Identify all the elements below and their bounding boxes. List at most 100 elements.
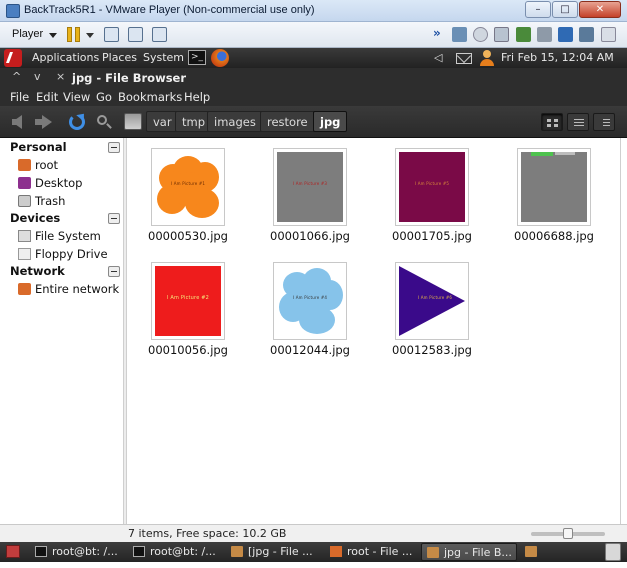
menu-file[interactable]: File: [10, 90, 29, 104]
system-menu[interactable]: System: [143, 51, 184, 64]
list-view-button[interactable]: [567, 113, 589, 131]
mail-icon[interactable]: [456, 53, 472, 64]
usb-device-icon[interactable]: [516, 27, 531, 42]
file-name: 00006688.jpg: [514, 229, 594, 243]
sidebar-item-trash[interactable]: Trash: [18, 194, 65, 208]
taskbar-task-terminal-1[interactable]: root@bt: /...: [30, 543, 124, 561]
gnome-bottom-panel: root@bt: /... root@bt: /... [jpg - File …: [0, 542, 627, 562]
network-device-icon[interactable]: [452, 27, 467, 42]
window-title: BackTrack5R1 - VMware Player (Non-commer…: [24, 4, 315, 16]
menu-bookmarks[interactable]: Bookmarks: [118, 90, 182, 104]
location-toolbar: var tmp images restore jpg: [0, 106, 627, 138]
overflow-chevron-icon[interactable]: »: [433, 26, 441, 40]
file-thumbnail: I Am Picture #1: [151, 148, 225, 226]
file-item[interactable]: 00006688.jpg: [495, 142, 594, 243]
menu-view[interactable]: View: [63, 90, 90, 104]
send-ctrl-alt-del-icon[interactable]: [104, 27, 119, 42]
close-window-button[interactable]: ×: [56, 70, 65, 83]
screen-border: [0, 562, 627, 568]
panel-clock[interactable]: Fri Feb 15, 12:04 AM: [501, 51, 614, 64]
thumbnail-caption: I Am Picture #1: [170, 181, 206, 186]
minimize-button[interactable]: –: [525, 1, 551, 18]
filesystem-root-icon[interactable]: [124, 113, 142, 130]
sound-device-icon[interactable]: [558, 27, 573, 42]
collapse-personal-icon[interactable]: [108, 142, 120, 153]
taskbar-task-terminal-2[interactable]: root@bt: /...: [128, 543, 222, 561]
menu-help[interactable]: Help: [184, 90, 210, 104]
file-item[interactable]: I Am Picture #6 00012583.jpg: [373, 256, 472, 357]
show-desktop-icon[interactable]: [6, 545, 20, 558]
file-thumbnail: [517, 148, 591, 226]
sidebar-section-network[interactable]: Network: [10, 264, 65, 278]
unity-icon[interactable]: [152, 27, 167, 42]
breadcrumb-var[interactable]: var: [146, 111, 179, 132]
collapse-devices-icon[interactable]: [108, 213, 120, 224]
zoom-slider[interactable]: [531, 528, 605, 539]
compact-view-button[interactable]: [593, 113, 615, 131]
firefox-launcher-icon[interactable]: [211, 49, 229, 67]
folder-icon: [525, 546, 537, 557]
status-text: 7 items, Free space: 10.2 GB: [128, 527, 287, 540]
shade-down-button[interactable]: v: [34, 70, 41, 83]
volume-icon[interactable]: ◁: [434, 51, 442, 64]
taskbar-task-root-browser[interactable]: root - File ...: [325, 543, 419, 561]
sidebar-item-floppy-drive[interactable]: Floppy Drive: [18, 247, 108, 261]
breadcrumb-images[interactable]: images: [207, 111, 263, 132]
file-item[interactable]: I Am Picture #4 00012044.jpg: [251, 256, 350, 357]
pause-dropdown-icon[interactable]: [86, 33, 94, 38]
file-item[interactable]: I Am Picture #3 00001066.jpg: [251, 142, 350, 243]
breadcrumb-jpg[interactable]: jpg: [313, 111, 348, 132]
harddisk-icon: [18, 230, 31, 242]
reload-icon[interactable]: [69, 114, 85, 130]
file-item[interactable]: I Am Picture #5 00001705.jpg: [373, 142, 472, 243]
removable-device-icon[interactable]: [579, 27, 594, 42]
close-button[interactable]: ✕: [579, 1, 621, 18]
pause-icon[interactable]: [66, 27, 82, 42]
menu-go[interactable]: Go: [96, 90, 112, 104]
thumbnail-caption: I Am Picture #4: [292, 295, 328, 300]
backtrack-logo-icon[interactable]: [4, 49, 22, 67]
file-item[interactable]: I Am Picture #2 00010056.jpg: [129, 256, 228, 357]
maximize-button[interactable]: □: [552, 1, 578, 18]
folder-icon: [231, 546, 243, 557]
printer-device-icon[interactable]: [537, 27, 552, 42]
zoom-slider-knob[interactable]: [563, 528, 573, 539]
gnome-top-panel: Applications Places System >_ ◁ Fri Feb …: [0, 48, 627, 68]
player-menu-button[interactable]: Player: [6, 26, 61, 44]
sidebar-item-entire-network[interactable]: Entire network: [18, 282, 119, 296]
sidebar-item-file-system[interactable]: File System: [18, 229, 101, 243]
desktop-icon: [18, 177, 31, 189]
menu-edit[interactable]: Edit: [36, 90, 58, 104]
home-folder-icon: [18, 159, 31, 171]
taskbar-task-jpg-browser-active[interactable]: jpg - File B...: [421, 543, 517, 561]
file-thumbnail: I Am Picture #6: [395, 262, 469, 340]
collapse-network-icon[interactable]: [108, 266, 120, 277]
places-menu[interactable]: Places: [102, 51, 137, 64]
fullscreen-icon[interactable]: [128, 27, 143, 42]
message-log-icon[interactable]: [601, 27, 616, 42]
trash-icon: [18, 195, 31, 207]
file-thumbnail: I Am Picture #5: [395, 148, 469, 226]
user-icon[interactable]: [480, 50, 494, 66]
icon-view-button[interactable]: [541, 113, 563, 131]
forward-arrow-icon[interactable]: [35, 115, 52, 129]
taskbar-task-folder[interactable]: [520, 543, 542, 561]
sidebar-item-root[interactable]: root: [18, 158, 58, 172]
sidebar-section-devices[interactable]: Devices: [10, 211, 60, 225]
file-thumbnail: I Am Picture #2: [151, 262, 225, 340]
cd-drive-icon[interactable]: [473, 27, 488, 42]
terminal-launcher-icon[interactable]: >_: [188, 50, 206, 65]
sidebar-item-desktop[interactable]: Desktop: [18, 176, 82, 190]
applications-menu[interactable]: Applications: [32, 51, 99, 64]
vmware-app-icon: [6, 4, 20, 18]
trash-applet-icon[interactable]: [605, 543, 621, 561]
back-arrow-icon[interactable]: [12, 115, 22, 129]
file-item[interactable]: I Am Picture #1 00000530.jpg: [129, 142, 228, 243]
taskbar-task-jpg-browser-1[interactable]: [jpg - File ...: [226, 543, 322, 561]
file-name: 00012583.jpg: [392, 343, 472, 357]
shade-up-button[interactable]: ^: [12, 70, 21, 83]
floppy-device-icon[interactable]: [494, 27, 509, 42]
sidebar-section-personal[interactable]: Personal: [10, 140, 67, 154]
search-icon[interactable]: [97, 115, 107, 125]
breadcrumb-restore[interactable]: restore: [260, 111, 315, 132]
